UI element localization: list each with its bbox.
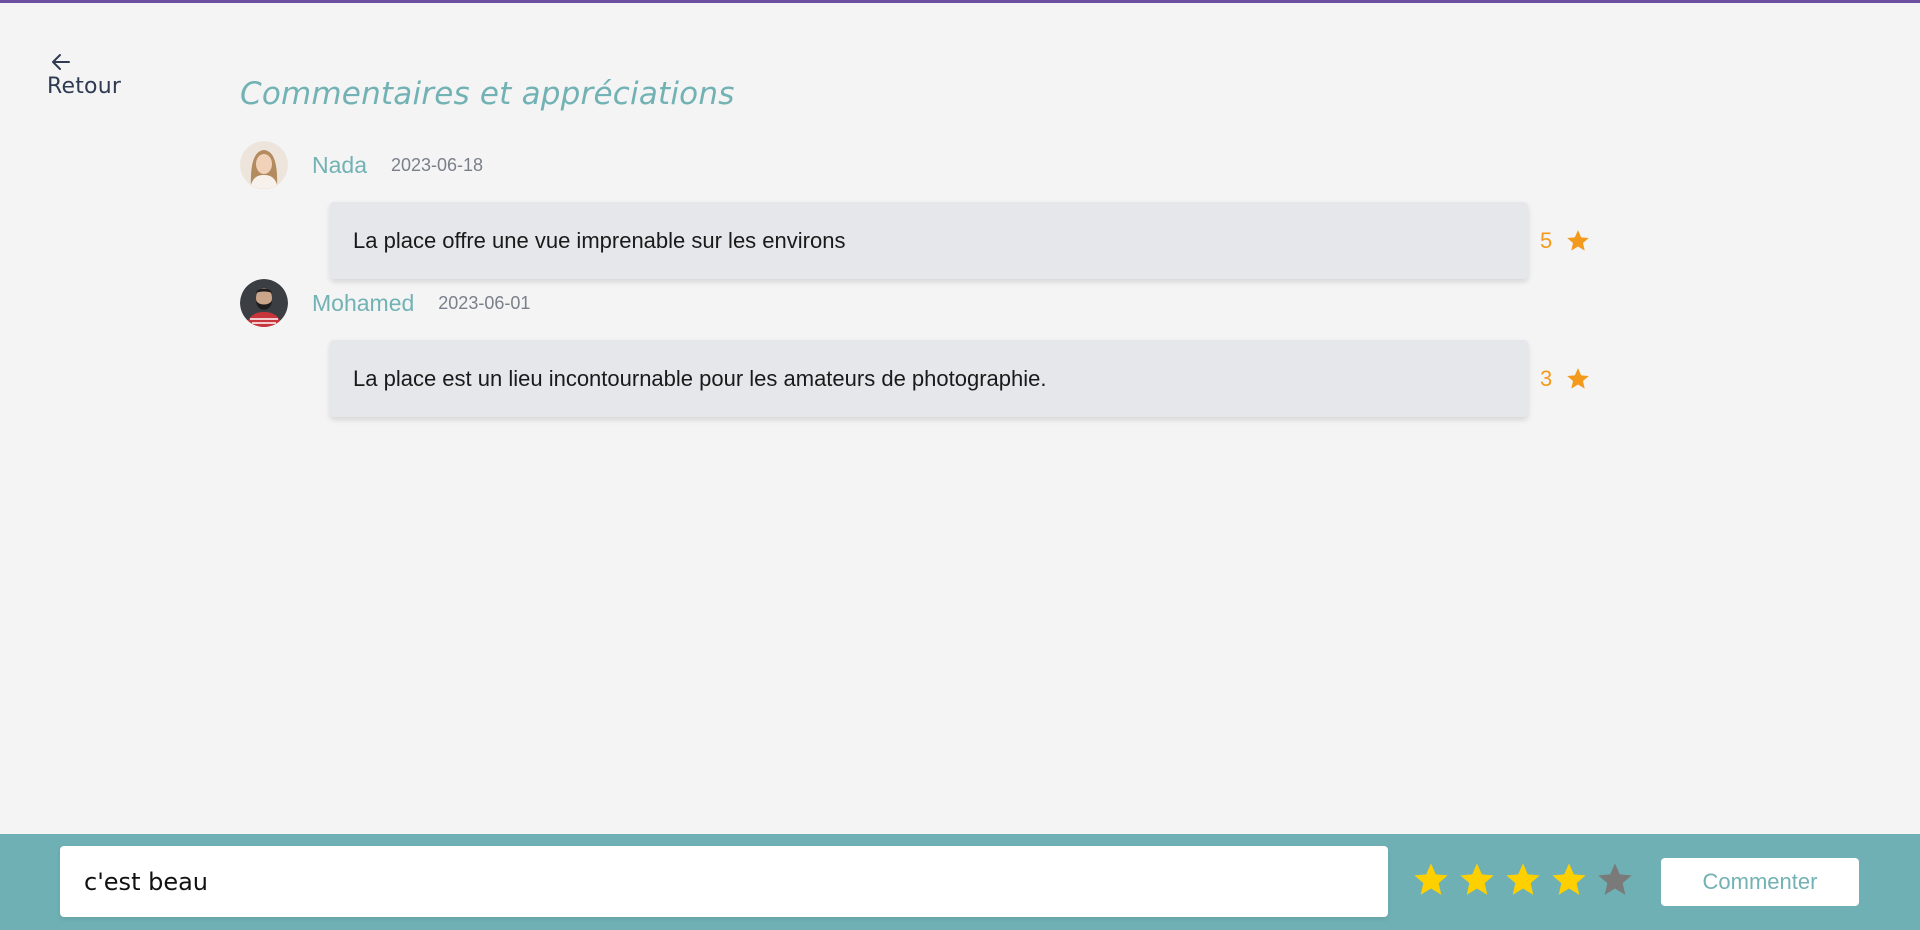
- comment-header: Mohamed 2023-06-01: [240, 279, 530, 327]
- comment-composer: Commenter: [0, 834, 1920, 930]
- comment-username: Mohamed: [312, 289, 415, 316]
- comment-submit-button[interactable]: Commenter: [1661, 858, 1859, 906]
- comment-header: Nada 2023-06-18: [240, 141, 483, 189]
- rating-star-3-icon[interactable]: [1503, 860, 1543, 900]
- arrow-left-icon: [52, 54, 70, 70]
- comment-rating: 3: [1540, 364, 1591, 394]
- comment-username: Nada: [312, 151, 367, 178]
- comment-input[interactable]: [60, 846, 1388, 917]
- rating-star-4-icon[interactable]: [1549, 860, 1589, 900]
- rating-star-1-icon[interactable]: [1411, 860, 1451, 900]
- star-icon: [1567, 230, 1590, 251]
- user-avatar: [240, 141, 288, 189]
- comment-text: La place est un lieu incontournable pour…: [330, 340, 1528, 417]
- rating-star-5-icon[interactable]: [1595, 860, 1635, 900]
- rating-picker[interactable]: [1411, 860, 1641, 900]
- comment-date: 2023-06-01: [438, 292, 531, 313]
- star-icon: [1567, 368, 1590, 389]
- back-button[interactable]: Retour: [47, 50, 137, 99]
- page-title: Commentaires et appréciations: [240, 76, 735, 112]
- comment-date: 2023-06-18: [390, 154, 484, 175]
- top-accent-bar: [0, 0, 1920, 3]
- comment-text: La place offre une vue imprenable sur le…: [330, 202, 1528, 279]
- comment-rating: 5: [1540, 226, 1591, 256]
- back-label: Retour: [47, 74, 122, 99]
- rating-star-2-icon[interactable]: [1457, 860, 1497, 900]
- rating-value: 5: [1540, 228, 1553, 253]
- user-avatar: [240, 279, 288, 327]
- rating-value: 3: [1540, 366, 1553, 391]
